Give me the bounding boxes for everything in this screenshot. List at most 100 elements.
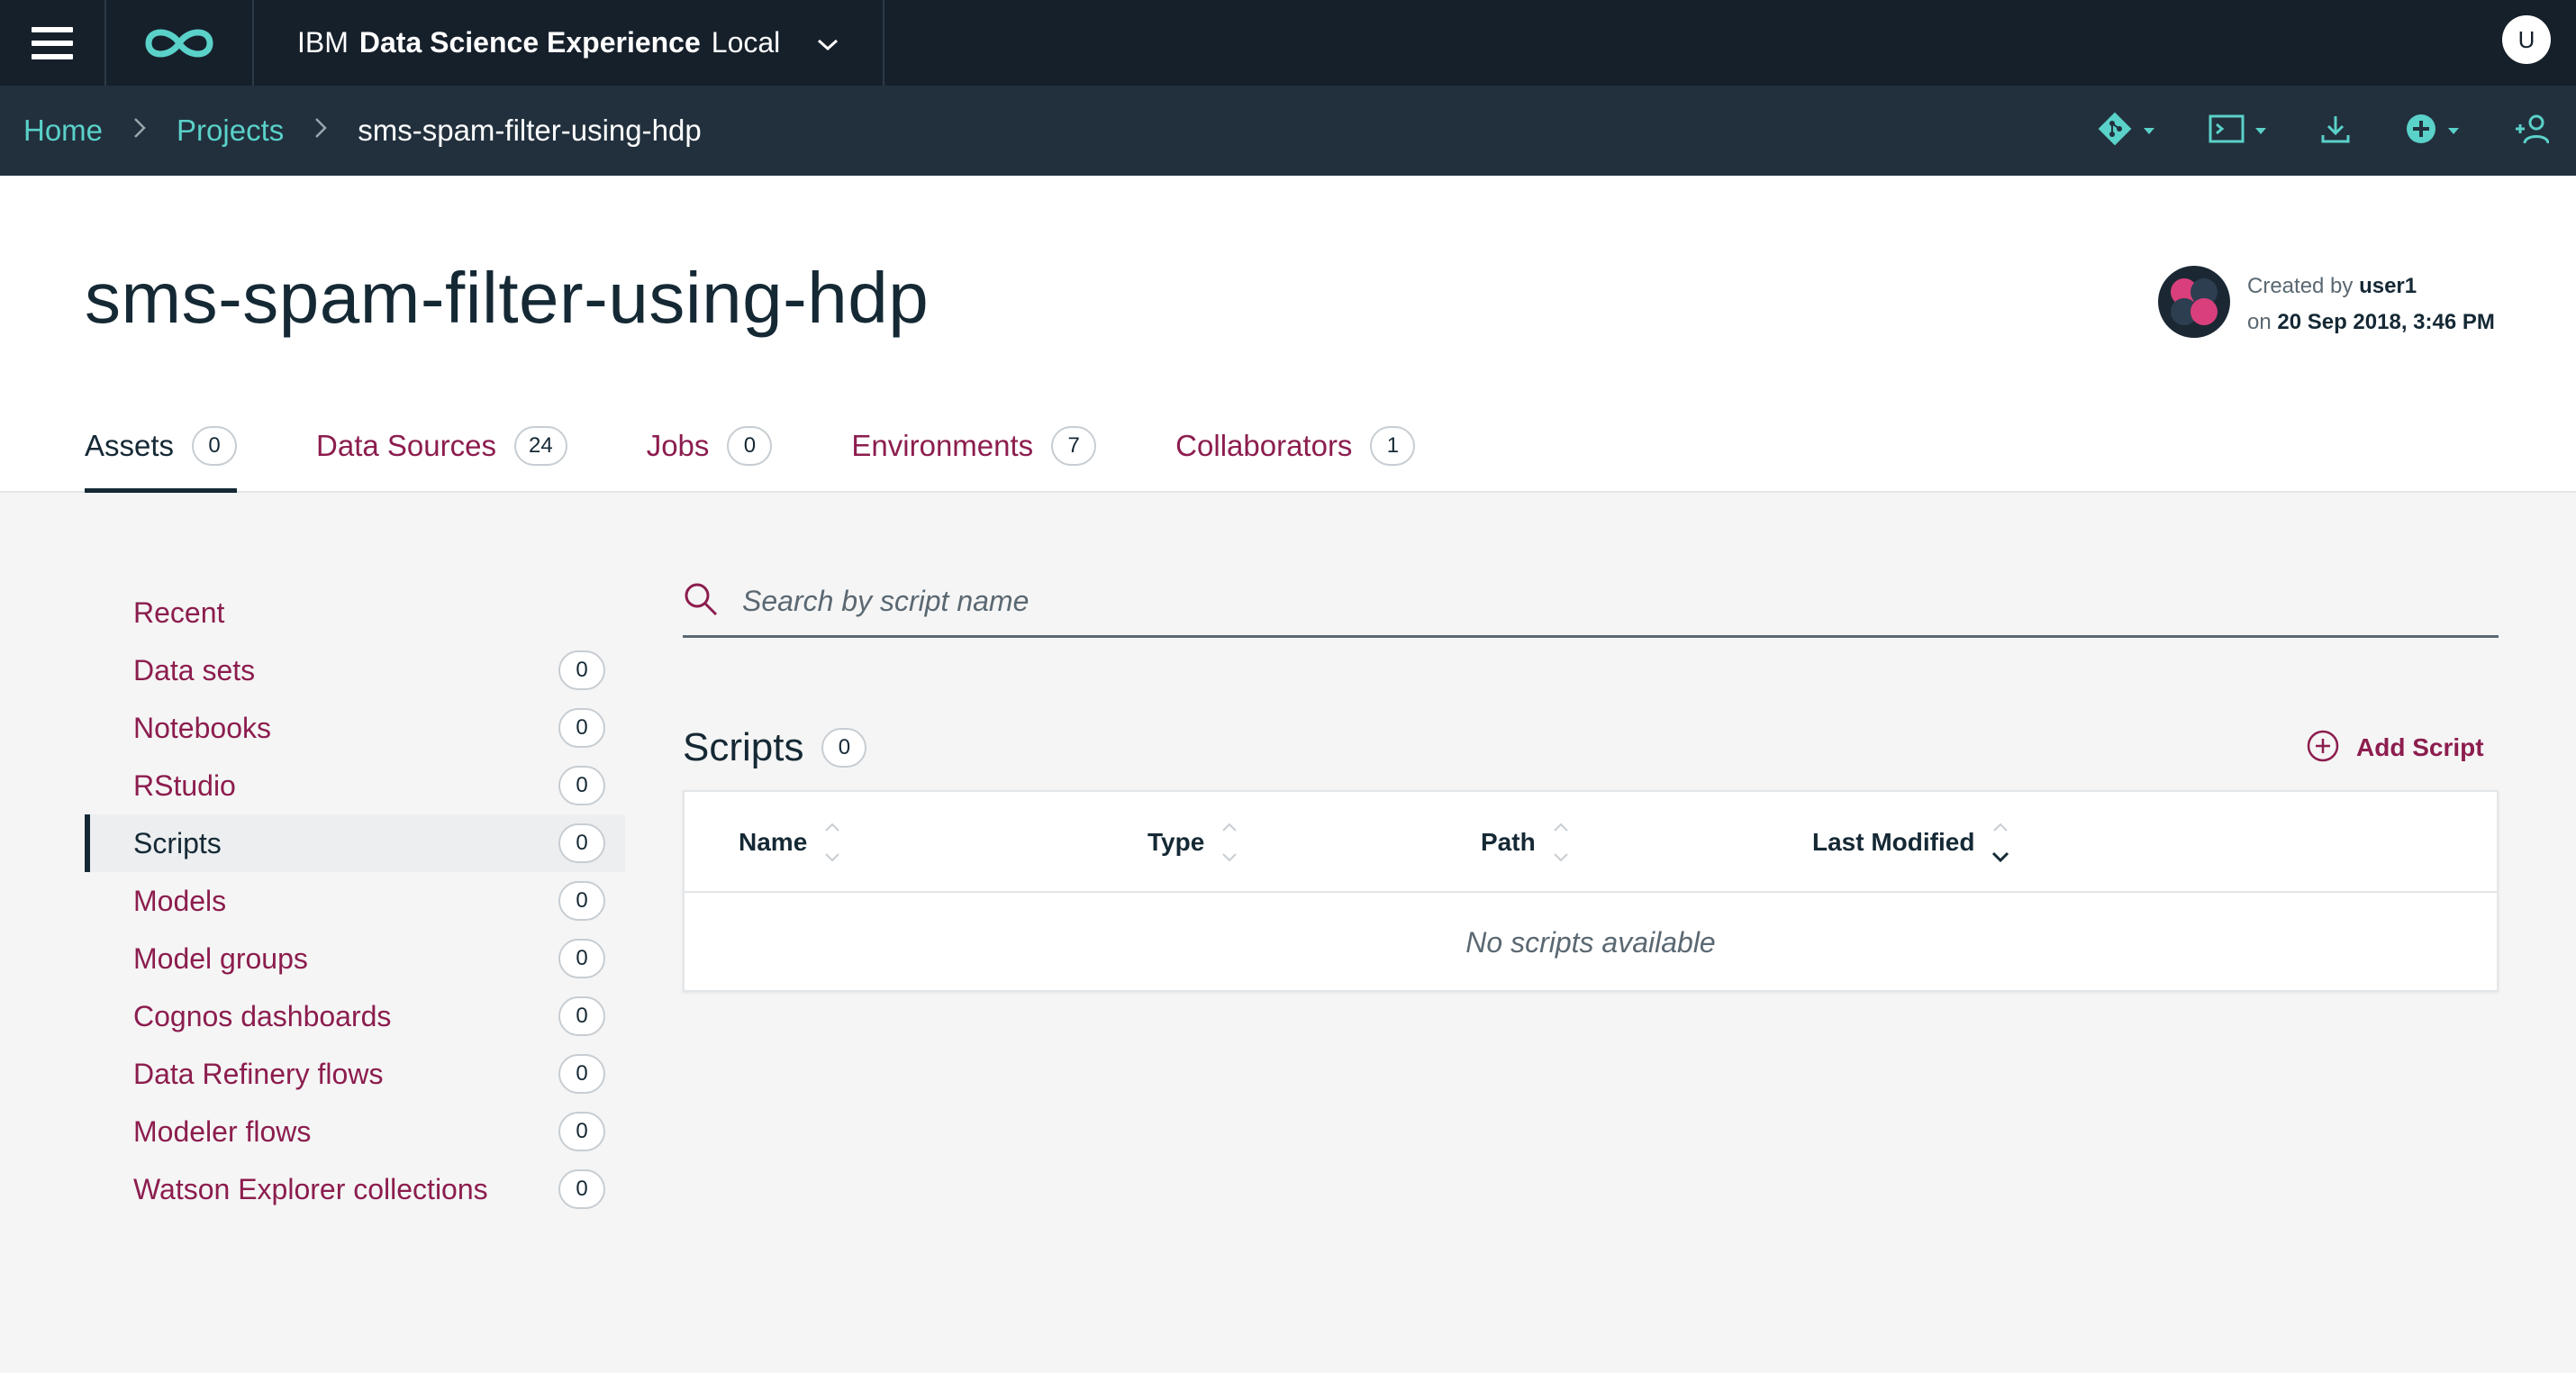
search-bar [683, 568, 2499, 638]
sidebar-item-model-groups[interactable]: Model groups 0 [85, 930, 625, 987]
sidebar-item-count: 0 [558, 1169, 605, 1209]
sidebar-item-recent[interactable]: Recent [85, 584, 625, 641]
table-header: Name Type Path Last Modified [685, 792, 2497, 893]
column-header-last-modified[interactable]: Last Modified [1812, 792, 2010, 893]
column-header-path[interactable]: Path [1481, 792, 1570, 893]
caret-down-icon [2448, 127, 2459, 134]
asset-type-sidebar: Recent Data sets 0 Notebooks 0 RStudio 0… [85, 584, 625, 1218]
sidebar-item-label: Model groups [133, 941, 308, 975]
tab-count-badge: 7 [1051, 426, 1097, 466]
sidebar-item-label: Cognos dashboards [133, 999, 392, 1032]
sidebar-item-scripts[interactable]: Scripts 0 [85, 814, 625, 872]
tab-jobs[interactable]: Jobs 0 [647, 426, 773, 493]
created-on-label: on [2247, 310, 2272, 334]
caret-down-icon [2255, 127, 2266, 134]
column-label: Type [1147, 828, 1205, 856]
tab-label: Environments [851, 429, 1034, 462]
tab-count-badge: 1 [1370, 426, 1416, 466]
plus-circle-icon [2405, 113, 2437, 150]
sidebar-item-models[interactable]: Models 0 [85, 872, 625, 930]
tab-label: Jobs [646, 429, 710, 462]
sidebar-item-data-sets[interactable]: Data sets 0 [85, 641, 625, 699]
scripts-table: Name Type Path Last Modified No scripts … [683, 790, 2499, 992]
download-button[interactable] [2320, 114, 2351, 149]
sidebar-item-count: 0 [558, 823, 605, 863]
tab-label: Data Sources [316, 429, 496, 462]
sidebar-item-label: Modeler flows [133, 1114, 312, 1148]
sidebar-item-count: 0 [558, 881, 605, 921]
add-collaborator-button[interactable] [2513, 113, 2550, 150]
terminal-button[interactable] [2209, 114, 2266, 149]
sidebar-item-label: Data Refinery flows [133, 1057, 384, 1090]
scripts-section-header: Scripts 0 [683, 721, 867, 775]
created-by-label: Created by [2247, 274, 2354, 298]
add-asset-button[interactable] [2405, 113, 2459, 150]
hamburger-menu-icon[interactable] [0, 0, 106, 86]
sort-icon [823, 822, 841, 863]
chevron-right-icon [314, 115, 328, 146]
sort-descending-icon [1991, 822, 2010, 863]
sidebar-item-label: Models [133, 884, 227, 917]
section-title: Scripts [683, 725, 804, 769]
plus-circle-icon [2306, 729, 2340, 768]
add-script-button[interactable]: Add Script [2306, 726, 2484, 769]
column-label: Path [1481, 828, 1536, 856]
brand-ibm: IBM [297, 26, 349, 59]
breadcrumb: Home Projects sms-spam-filter-using-hdp [23, 86, 702, 176]
sidebar-item-count: 0 [558, 766, 605, 805]
sidebar-item-count: 0 [558, 708, 605, 748]
sidebar-item-data-refinery-flows[interactable]: Data Refinery flows 0 [85, 1045, 625, 1103]
breadcrumb-home-link[interactable]: Home [23, 114, 103, 148]
sidebar-item-label: RStudio [133, 768, 236, 802]
created-by-info: Created by user1 on 20 Sep 2018, 3:46 PM [2247, 268, 2495, 341]
column-header-type[interactable]: Type [1147, 792, 1238, 893]
product-switcher[interactable]: IBM Data Science Experience Local [254, 0, 884, 86]
column-header-name[interactable]: Name [739, 792, 841, 893]
scripts-count-badge: 0 [821, 728, 867, 768]
tab-count-badge: 0 [192, 426, 238, 466]
tab-environments[interactable]: Environments 7 [851, 426, 1097, 493]
creator-avatar[interactable] [2156, 264, 2232, 340]
brand-edition: Local [711, 26, 781, 59]
chevron-down-icon [816, 26, 839, 59]
sidebar-item-count: 0 [558, 1112, 605, 1151]
tab-assets[interactable]: Assets 0 [85, 426, 238, 493]
sidebar-item-label: Notebooks [133, 711, 271, 744]
caret-down-icon [2144, 127, 2154, 134]
project-header: sms-spam-filter-using-hdp Created by use… [0, 176, 2576, 493]
brand-product-name: Data Science Experience [358, 26, 701, 59]
breadcrumb-bar: Home Projects sms-spam-filter-using-hdp [0, 86, 2576, 176]
breadcrumb-current-project: sms-spam-filter-using-hdp [358, 114, 702, 147]
sidebar-item-count: 0 [558, 996, 605, 1036]
search-input[interactable] [742, 585, 2454, 618]
sidebar-item-count: 0 [558, 1054, 605, 1094]
sidebar-item-label: Data sets [133, 653, 256, 686]
column-label: Name [739, 828, 808, 856]
sidebar-item-count: 0 [558, 650, 605, 690]
sidebar-item-cognos-dashboards[interactable]: Cognos dashboards 0 [85, 987, 625, 1045]
tab-label: Collaborators [1175, 429, 1353, 462]
sidebar-item-label: Watson Explorer collections [133, 1172, 488, 1205]
download-icon [2320, 114, 2351, 149]
created-by-user: user1 [2359, 274, 2417, 298]
created-on-date: 20 Sep 2018, 3:46 PM [2277, 310, 2495, 334]
terminal-icon [2209, 114, 2245, 149]
page-title: sms-spam-filter-using-hdp [85, 258, 930, 338]
breadcrumb-projects-link[interactable]: Projects [177, 114, 284, 148]
add-script-label: Add Script [2356, 733, 2484, 761]
tab-data-sources[interactable]: Data Sources 24 [316, 426, 567, 493]
sidebar-item-watson-explorer-collections[interactable]: Watson Explorer collections 0 [85, 1160, 625, 1218]
git-icon [2097, 111, 2133, 151]
sort-icon [1552, 822, 1570, 863]
user-avatar[interactable]: U [2502, 15, 2551, 64]
sidebar-item-label: Scripts [133, 826, 222, 859]
infinity-logo-icon[interactable] [106, 0, 254, 86]
sidebar-item-rstudio[interactable]: RStudio 0 [85, 757, 625, 814]
project-actions [2043, 86, 2576, 176]
chevron-right-icon [133, 115, 146, 146]
tab-collaborators[interactable]: Collaborators 1 [1175, 426, 1416, 493]
sidebar-item-modeler-flows[interactable]: Modeler flows 0 [85, 1103, 625, 1160]
sidebar-item-notebooks[interactable]: Notebooks 0 [85, 699, 625, 757]
search-icon [683, 581, 719, 622]
git-actions-button[interactable] [2097, 111, 2154, 151]
